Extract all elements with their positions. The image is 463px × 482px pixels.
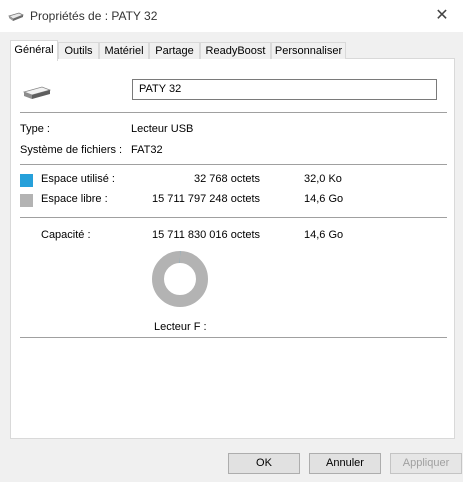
type-label: Type : (20, 123, 50, 135)
capacity-label: Capacité : (41, 229, 91, 241)
title-bar: Propriétés de : PATY 32 ✕ (0, 0, 463, 32)
tab-readyboost[interactable]: ReadyBoost (200, 42, 271, 59)
general-panel (10, 58, 455, 439)
tab-sharing[interactable]: Partage (149, 42, 200, 59)
used-space-size: 32,0 Ko (304, 173, 342, 185)
used-space-bytes: 32 768 octets (194, 173, 261, 185)
capacity-bytes: 15 711 830 016 octets (152, 229, 261, 241)
volume-name-input[interactable]: PATY 32 (132, 79, 437, 100)
drive-icon (8, 12, 24, 22)
used-space-swatch (20, 174, 33, 187)
separator (20, 112, 447, 113)
filesystem-value: FAT32 (131, 144, 163, 156)
ok-button[interactable]: OK (228, 453, 300, 474)
filesystem-label: Système de fichiers : (20, 144, 123, 156)
free-space-swatch (20, 194, 33, 207)
drive-letter-label: Lecteur F : (154, 321, 207, 333)
separator (20, 337, 447, 338)
tab-customize[interactable]: Personnaliser (271, 42, 346, 59)
tab-general[interactable]: Général (10, 40, 58, 61)
close-button[interactable]: ✕ (431, 5, 453, 27)
separator (20, 164, 447, 165)
properties-window: Propriétés de : PATY 32 ✕ Général Outils… (0, 0, 463, 482)
tab-tools[interactable]: Outils (58, 42, 99, 59)
usb-drive-icon (22, 86, 52, 100)
cancel-button[interactable]: Annuler (309, 453, 381, 474)
free-space-bytes: 15 711 797 248 octets (152, 193, 261, 205)
type-value: Lecteur USB (131, 123, 194, 135)
used-space-label: Espace utilisé : (41, 173, 115, 185)
free-space-size: 14,6 Go (304, 193, 344, 205)
free-space-label: Espace libre : (41, 193, 108, 205)
separator (20, 217, 447, 218)
window-title: Propriétés de : PATY 32 (30, 9, 158, 23)
disk-usage-chart (152, 251, 208, 307)
apply-button[interactable]: Appliquer (390, 453, 462, 474)
tab-hardware[interactable]: Matériel (99, 42, 149, 59)
capacity-size: 14,6 Go (304, 229, 344, 241)
free-space-ring (152, 251, 208, 307)
